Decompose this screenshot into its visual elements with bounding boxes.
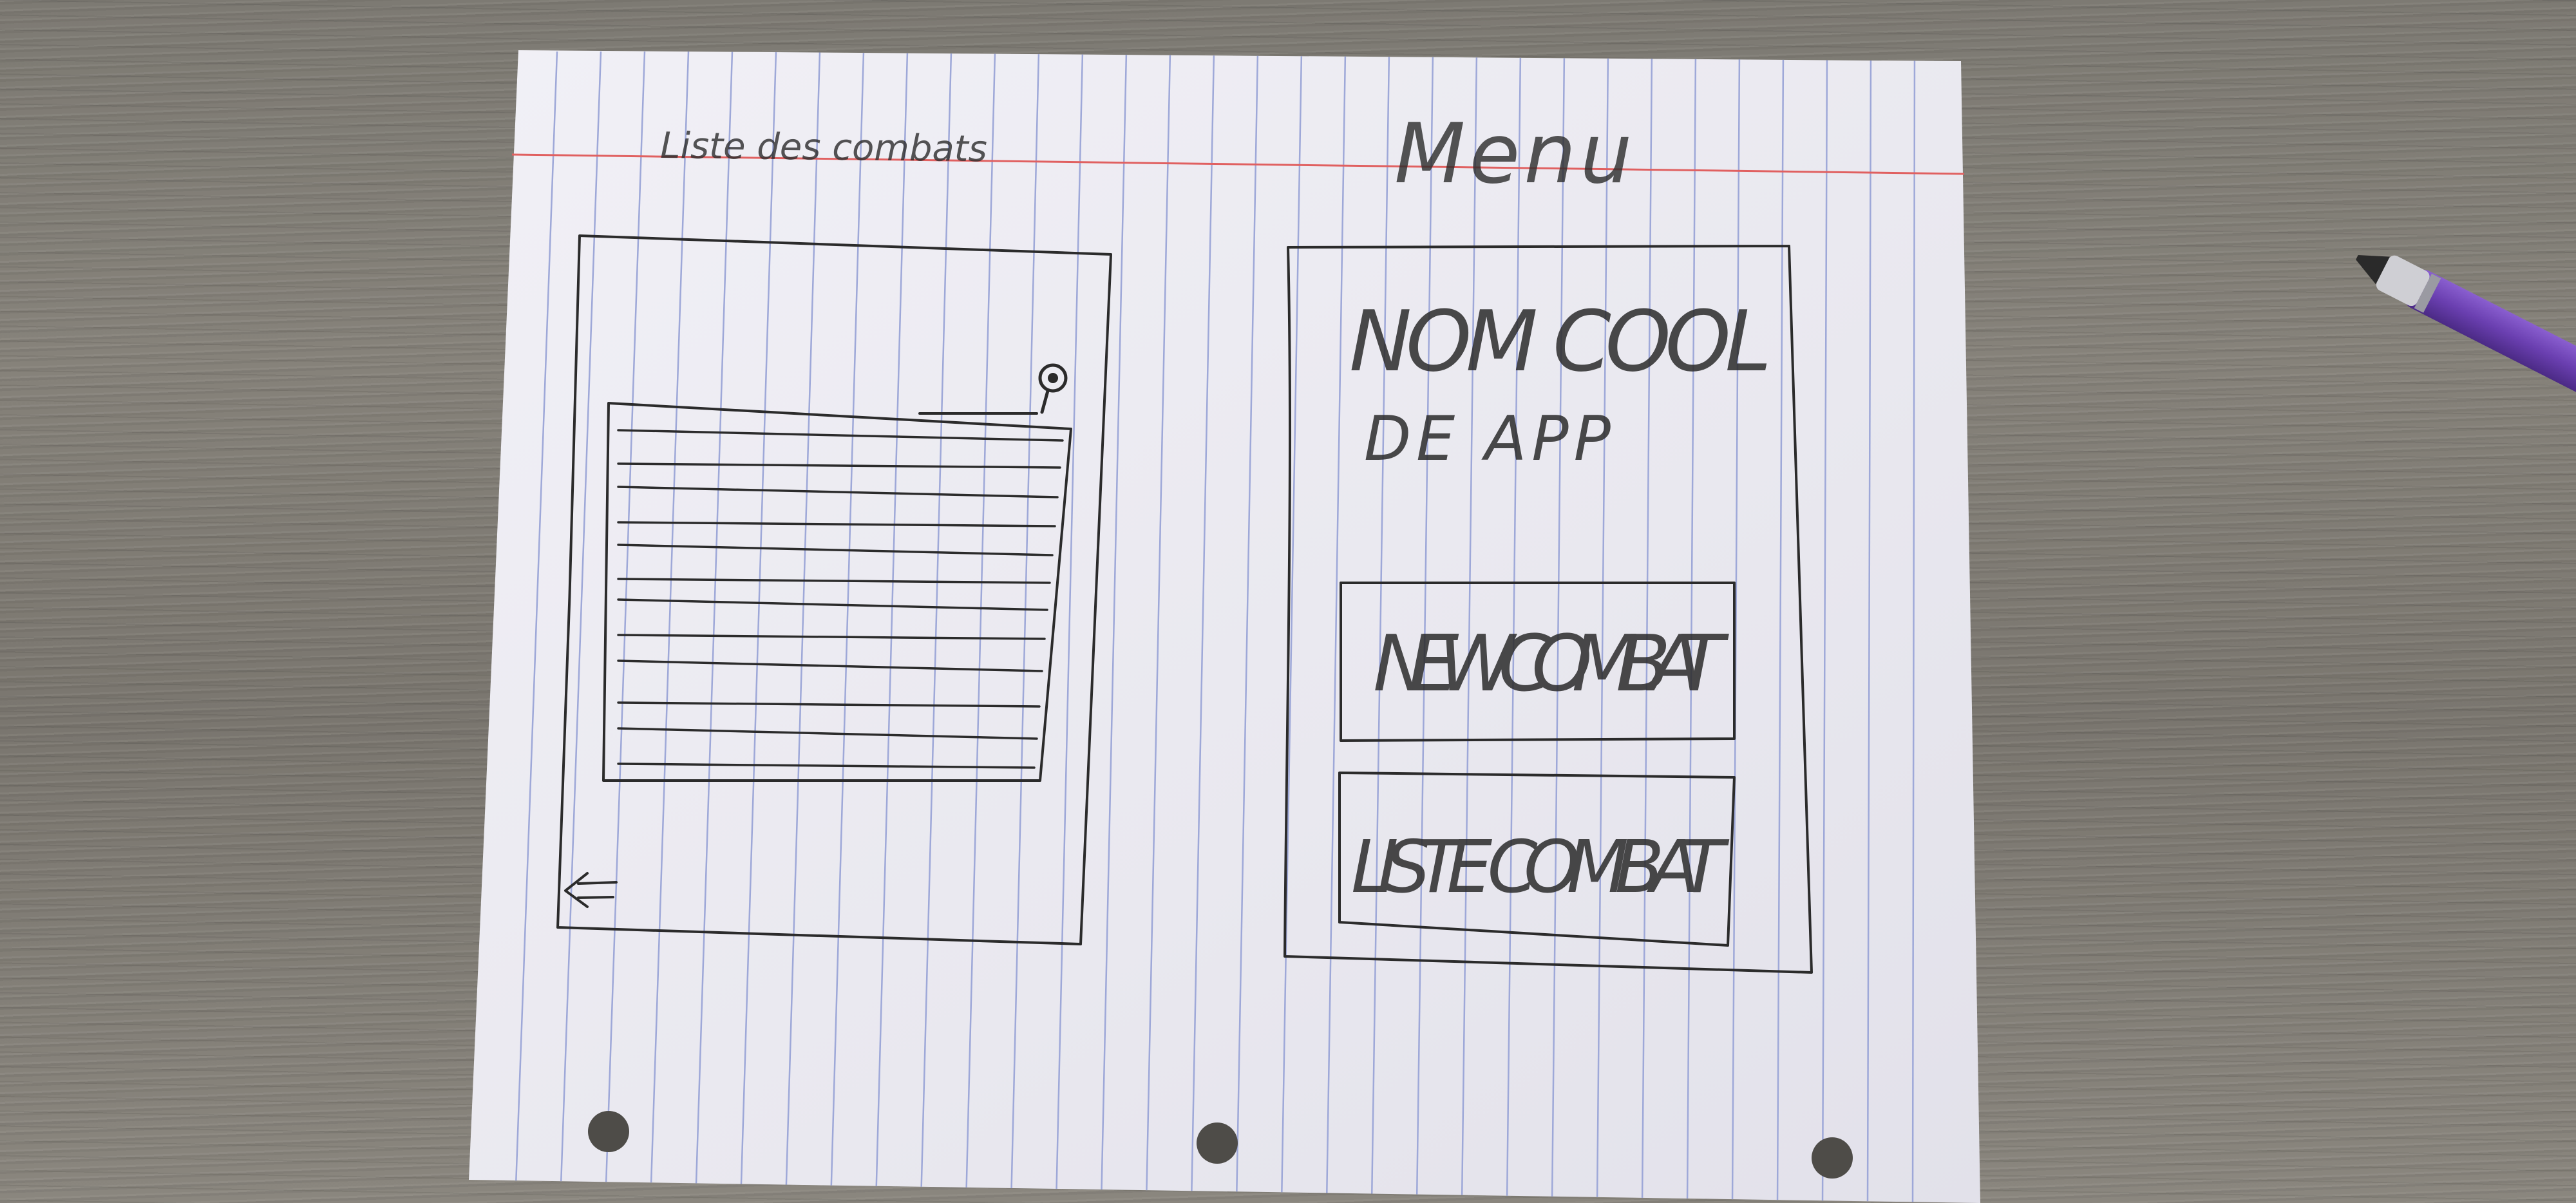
new-combat-label: NEW COMBAT	[1373, 620, 1730, 709]
left-screen-title: Liste des combats	[660, 125, 987, 170]
punch-hole	[1812, 1137, 1853, 1179]
pen	[2356, 255, 2576, 412]
liste-combat-label: LISTE COMBAT	[1351, 826, 1730, 909]
punch-hole	[1197, 1122, 1238, 1164]
punch-hole	[588, 1111, 629, 1152]
app-name-line1: NOM COOL	[1349, 292, 1781, 390]
right-screen-title: Menu	[1394, 106, 1636, 202]
app-name-line2: DE APP	[1364, 404, 1616, 475]
scene: Liste des combats Menu NOM COOL DE APP N…	[469, 50, 2576, 1203]
paper-sheet	[469, 50, 1980, 1203]
